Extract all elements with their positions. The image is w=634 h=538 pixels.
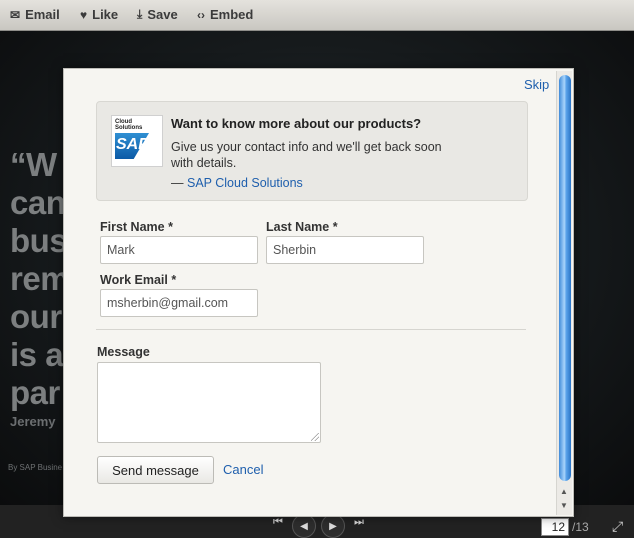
send-message-button[interactable]: Send message (97, 456, 214, 484)
last-slide-icon[interactable]: ⏭ (354, 516, 364, 529)
slide-quote: “W can bus rem our is a par (10, 146, 70, 412)
next-slide-button[interactable]: ▶ (321, 514, 345, 538)
logo-brand: SAP (116, 136, 149, 153)
download-icon: ⤓ (137, 7, 143, 21)
slide-quote-line: bus (10, 222, 68, 259)
lead-capture-modal: Skip Cloud Solutions SAP Want to know mo… (63, 68, 574, 517)
logo-caption: Cloud Solutions (115, 119, 143, 131)
slide-quote-line: “W (10, 146, 57, 183)
promo-box: Cloud Solutions SAP Want to know more ab… (96, 101, 528, 201)
page-number-input[interactable]: 12 (541, 518, 569, 536)
envelope-icon: ✉ (10, 7, 21, 22)
modal-scrollbar[interactable]: ▲ ▼ (556, 71, 572, 515)
signature-link[interactable]: SAP Cloud Solutions (187, 176, 303, 190)
work-email-field[interactable]: msherbin@gmail.com (100, 289, 258, 317)
save-button[interactable]: ⤓ Save (137, 7, 178, 22)
resize-grip-icon[interactable] (311, 433, 319, 441)
heart-icon: ♥ (80, 7, 88, 22)
last-name-label: Last Name * (266, 220, 338, 234)
first-slide-icon[interactable]: ⏮ (273, 516, 283, 529)
email-button[interactable]: ✉ Email (10, 7, 60, 22)
like-button[interactable]: ♥ Like (80, 7, 118, 22)
embed-label: Embed (210, 7, 254, 22)
first-name-label: First Name * (100, 220, 173, 234)
first-name-field[interactable]: Mark (100, 236, 258, 264)
work-email-label: Work Email * (100, 273, 177, 287)
slide-quote-line: our (10, 298, 62, 335)
skip-link[interactable]: Skip (524, 77, 549, 92)
last-name-field[interactable]: Sherbin (266, 236, 424, 264)
slide-quote-line: par (10, 374, 60, 411)
prev-slide-button[interactable]: ◀ (292, 514, 316, 538)
scroll-down-icon[interactable]: ▼ (560, 501, 568, 510)
signature-dash: — (171, 176, 184, 190)
promo-body: Give us your contact info and we'll get … (171, 140, 442, 170)
form-divider (96, 329, 526, 330)
cancel-link[interactable]: Cancel (223, 462, 263, 477)
embed-button[interactable]: ‹› Embed (197, 7, 253, 22)
scroll-up-icon[interactable]: ▲ (560, 487, 568, 496)
promo-title: Want to know more about our products? (171, 116, 422, 131)
like-label: Like (92, 7, 119, 22)
page-total: /13 (572, 520, 589, 534)
slide-author: Jeremy (10, 414, 56, 429)
slide-quote-line: rem (10, 260, 70, 297)
slide-quote-line: is a (10, 336, 64, 373)
promo-signature: — SAP Cloud Solutions (171, 176, 303, 190)
slide-quote-line: can (10, 184, 66, 221)
message-label: Message (97, 345, 150, 359)
slide-footer: By SAP Busine (8, 463, 63, 472)
message-textarea[interactable] (97, 362, 321, 443)
top-toolbar: ✉ Email ♥ Like ⤓ Save ‹› Embed (0, 0, 634, 31)
email-label: Email (25, 7, 60, 22)
fullscreen-icon[interactable]: ⤢ (612, 518, 623, 535)
code-icon: ‹› (197, 7, 205, 22)
scrollbar-thumb[interactable] (559, 75, 571, 481)
save-label: Save (147, 7, 178, 22)
sap-logo: Cloud Solutions SAP (111, 115, 163, 167)
